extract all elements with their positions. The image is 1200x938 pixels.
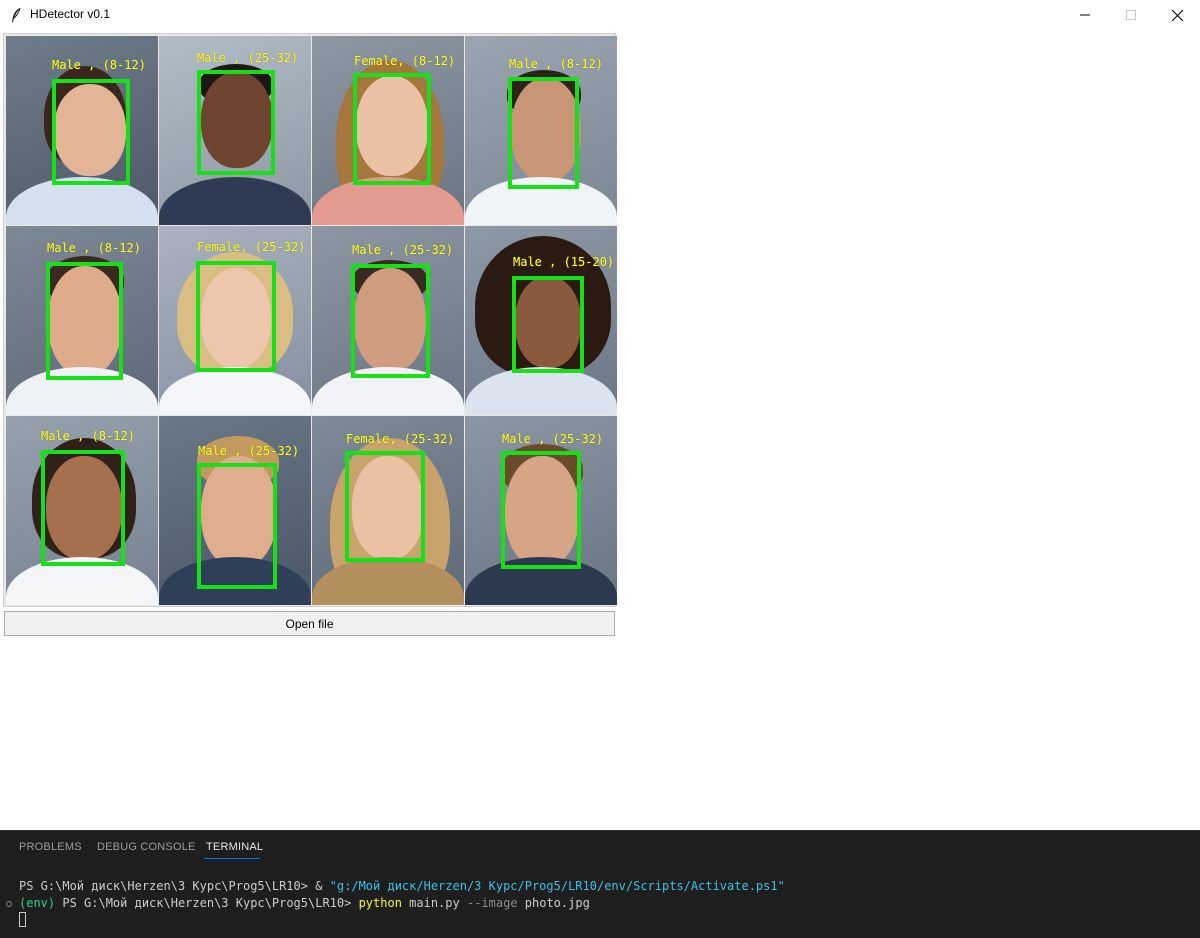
portrait-cell: Male , (8-12): [6, 226, 158, 415]
portrait-cell: Male , (25-32): [465, 416, 617, 605]
portrait-cell: Male , (15-20): [465, 226, 617, 415]
face-label: Male , (25-32): [197, 51, 299, 65]
face-label: Male , (25-32): [198, 444, 300, 458]
title-bar[interactable]: HDetector v0.1: [0, 0, 1200, 30]
terminal-line: (env) PS G:\Мой диск\Herzen\3 Курс\Prog5…: [19, 896, 590, 910]
terminal-command: python: [358, 896, 402, 910]
face-box: [196, 261, 276, 372]
face-box: [512, 276, 584, 373]
face-box: [501, 451, 581, 569]
feather-icon: [12, 7, 21, 22]
open-file-button[interactable]: Open file: [4, 611, 615, 636]
face-label: Male , (8-12): [47, 241, 141, 255]
photo-grid: Male , (8-12) Male , (25-32) Female, (8-…: [6, 36, 617, 606]
face-label: Female, (25-32): [197, 240, 306, 254]
face-box: [345, 451, 425, 562]
face-box: [52, 79, 130, 185]
terminal-arg: photo.jpg: [517, 896, 590, 910]
face-label: Female, (25-32): [346, 432, 455, 446]
terminal-path: "g:/Мой диск/Herzen/3 Курс/Prog5/LR10/en…: [329, 879, 785, 893]
command-status-icon: [6, 901, 12, 907]
face-box: [197, 70, 275, 175]
portrait-cell: Male , (25-32): [159, 36, 311, 225]
face-label: Male , (25-32): [502, 432, 604, 446]
portrait-cell: Male , (8-12): [465, 36, 617, 225]
portrait-cell: Male , (8-12): [6, 36, 158, 225]
terminal-flag: --image: [466, 896, 518, 910]
terminal-prompt: PS G:\Мой диск\Herzen\3 Курс\Prog5\LR10>: [62, 896, 359, 910]
minimize-icon: [1080, 14, 1090, 16]
face-label: Male , (15-20): [513, 255, 615, 269]
face-label: Male , (8-12): [52, 58, 146, 72]
face-box: [197, 463, 277, 589]
face-box: [46, 262, 123, 380]
terminal-arg: main.py: [401, 896, 467, 910]
face-box: [508, 77, 579, 189]
terminal-env: (env): [19, 896, 63, 910]
face-box: [41, 450, 125, 566]
portrait-cell: Male , (25-32): [159, 416, 311, 605]
terminal-line: PS G:\Мой диск\Herzen\3 Курс\Prog5\LR10>…: [19, 879, 785, 893]
face-label: Male , (8-12): [41, 429, 135, 443]
close-icon: [1171, 9, 1183, 21]
face-label: Female, (8-12): [354, 54, 456, 68]
terminal-operator: &: [315, 879, 330, 893]
terminal-panel: PROBLEMS DEBUG CONSOLE TERMINAL PS G:\Мо…: [0, 830, 1200, 938]
minimize-button[interactable]: [1062, 0, 1108, 30]
face-label: Male , (25-32): [352, 243, 454, 257]
window-title: HDetector v0.1: [30, 7, 111, 21]
tab-terminal[interactable]: TERMINAL: [206, 841, 263, 853]
image-canvas: Male , (8-12) Male , (25-32) Female, (8-…: [3, 33, 617, 607]
terminal-cursor[interactable]: [19, 912, 26, 927]
face-label: Male , (8-12): [509, 57, 603, 71]
maximize-icon: [1126, 10, 1136, 20]
face-box: [353, 73, 431, 185]
face-box: [351, 264, 430, 378]
portrait-cell: Male , (25-32): [312, 226, 464, 415]
close-button[interactable]: [1154, 0, 1200, 30]
app-window: HDetector v0.1 Male , (8-12) Male , (25-…: [0, 0, 1200, 830]
tab-problems[interactable]: PROBLEMS: [19, 841, 82, 853]
portrait-cell: Male , (8-12): [6, 416, 158, 605]
portrait-cell: Female, (25-32): [159, 226, 311, 415]
portrait-cell: Female, (8-12): [312, 36, 464, 225]
active-tab-indicator: [204, 858, 260, 859]
tab-debug-console[interactable]: DEBUG CONSOLE: [97, 841, 196, 853]
portrait-cell: Female, (25-32): [312, 416, 464, 605]
terminal-prompt: PS G:\Мой диск\Herzen\3 Курс\Prog5\LR10>: [19, 879, 316, 893]
maximize-button[interactable]: [1108, 0, 1154, 30]
